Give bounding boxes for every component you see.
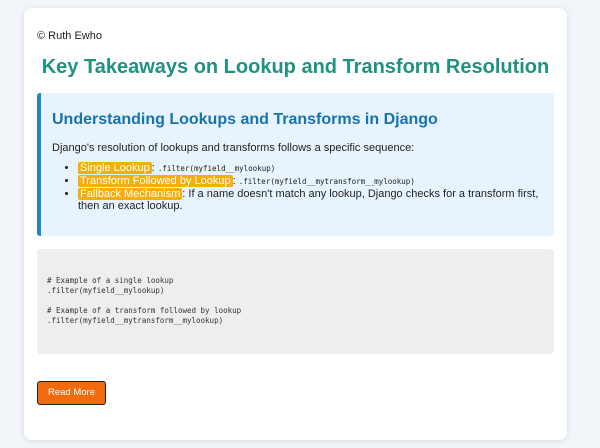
copyright-text: © Ruth Ewho xyxy=(37,30,102,42)
code-line: # Example of a transform followed by loo… xyxy=(47,306,242,315)
intro-text: Django's resolution of lookups and trans… xyxy=(52,142,415,154)
info-box: Understanding Lookups and Transforms in … xyxy=(37,93,554,236)
read-more-button[interactable]: Read More xyxy=(37,381,106,405)
highlight-label: Fallback Mechanism xyxy=(78,188,183,200)
takeaway-list: Single Lookup: .filter(myfield__mylookup… xyxy=(52,162,542,212)
code-block: # Example of a single lookup .filter(myfi… xyxy=(37,249,554,354)
list-item: Fallback Mechanism: If a name doesn't ma… xyxy=(78,188,542,212)
section-heading: Understanding Lookups and Transforms in … xyxy=(52,111,438,128)
content-card: © Ruth Ewho Key Takeaways on Lookup and … xyxy=(24,8,567,440)
inline-code: .filter(myfield__mytransform__mylookup) xyxy=(238,177,415,186)
page-title: Key Takeaways on Lookup and Transform Re… xyxy=(41,56,550,78)
code-line: # Example of a single lookup xyxy=(47,276,174,285)
code-line: .filter(myfield__mylookup) xyxy=(47,286,165,295)
inline-code: .filter(myfield__mylookup) xyxy=(157,164,276,173)
highlight-label: Transform Followed by Lookup xyxy=(78,175,233,187)
list-item: Single Lookup: .filter(myfield__mylookup… xyxy=(78,162,542,175)
code-line: .filter(myfield__mytransform__mylookup) xyxy=(47,316,224,325)
list-item: Transform Followed by Lookup: .filter(my… xyxy=(78,175,542,188)
highlight-label: Single Lookup xyxy=(78,162,152,174)
